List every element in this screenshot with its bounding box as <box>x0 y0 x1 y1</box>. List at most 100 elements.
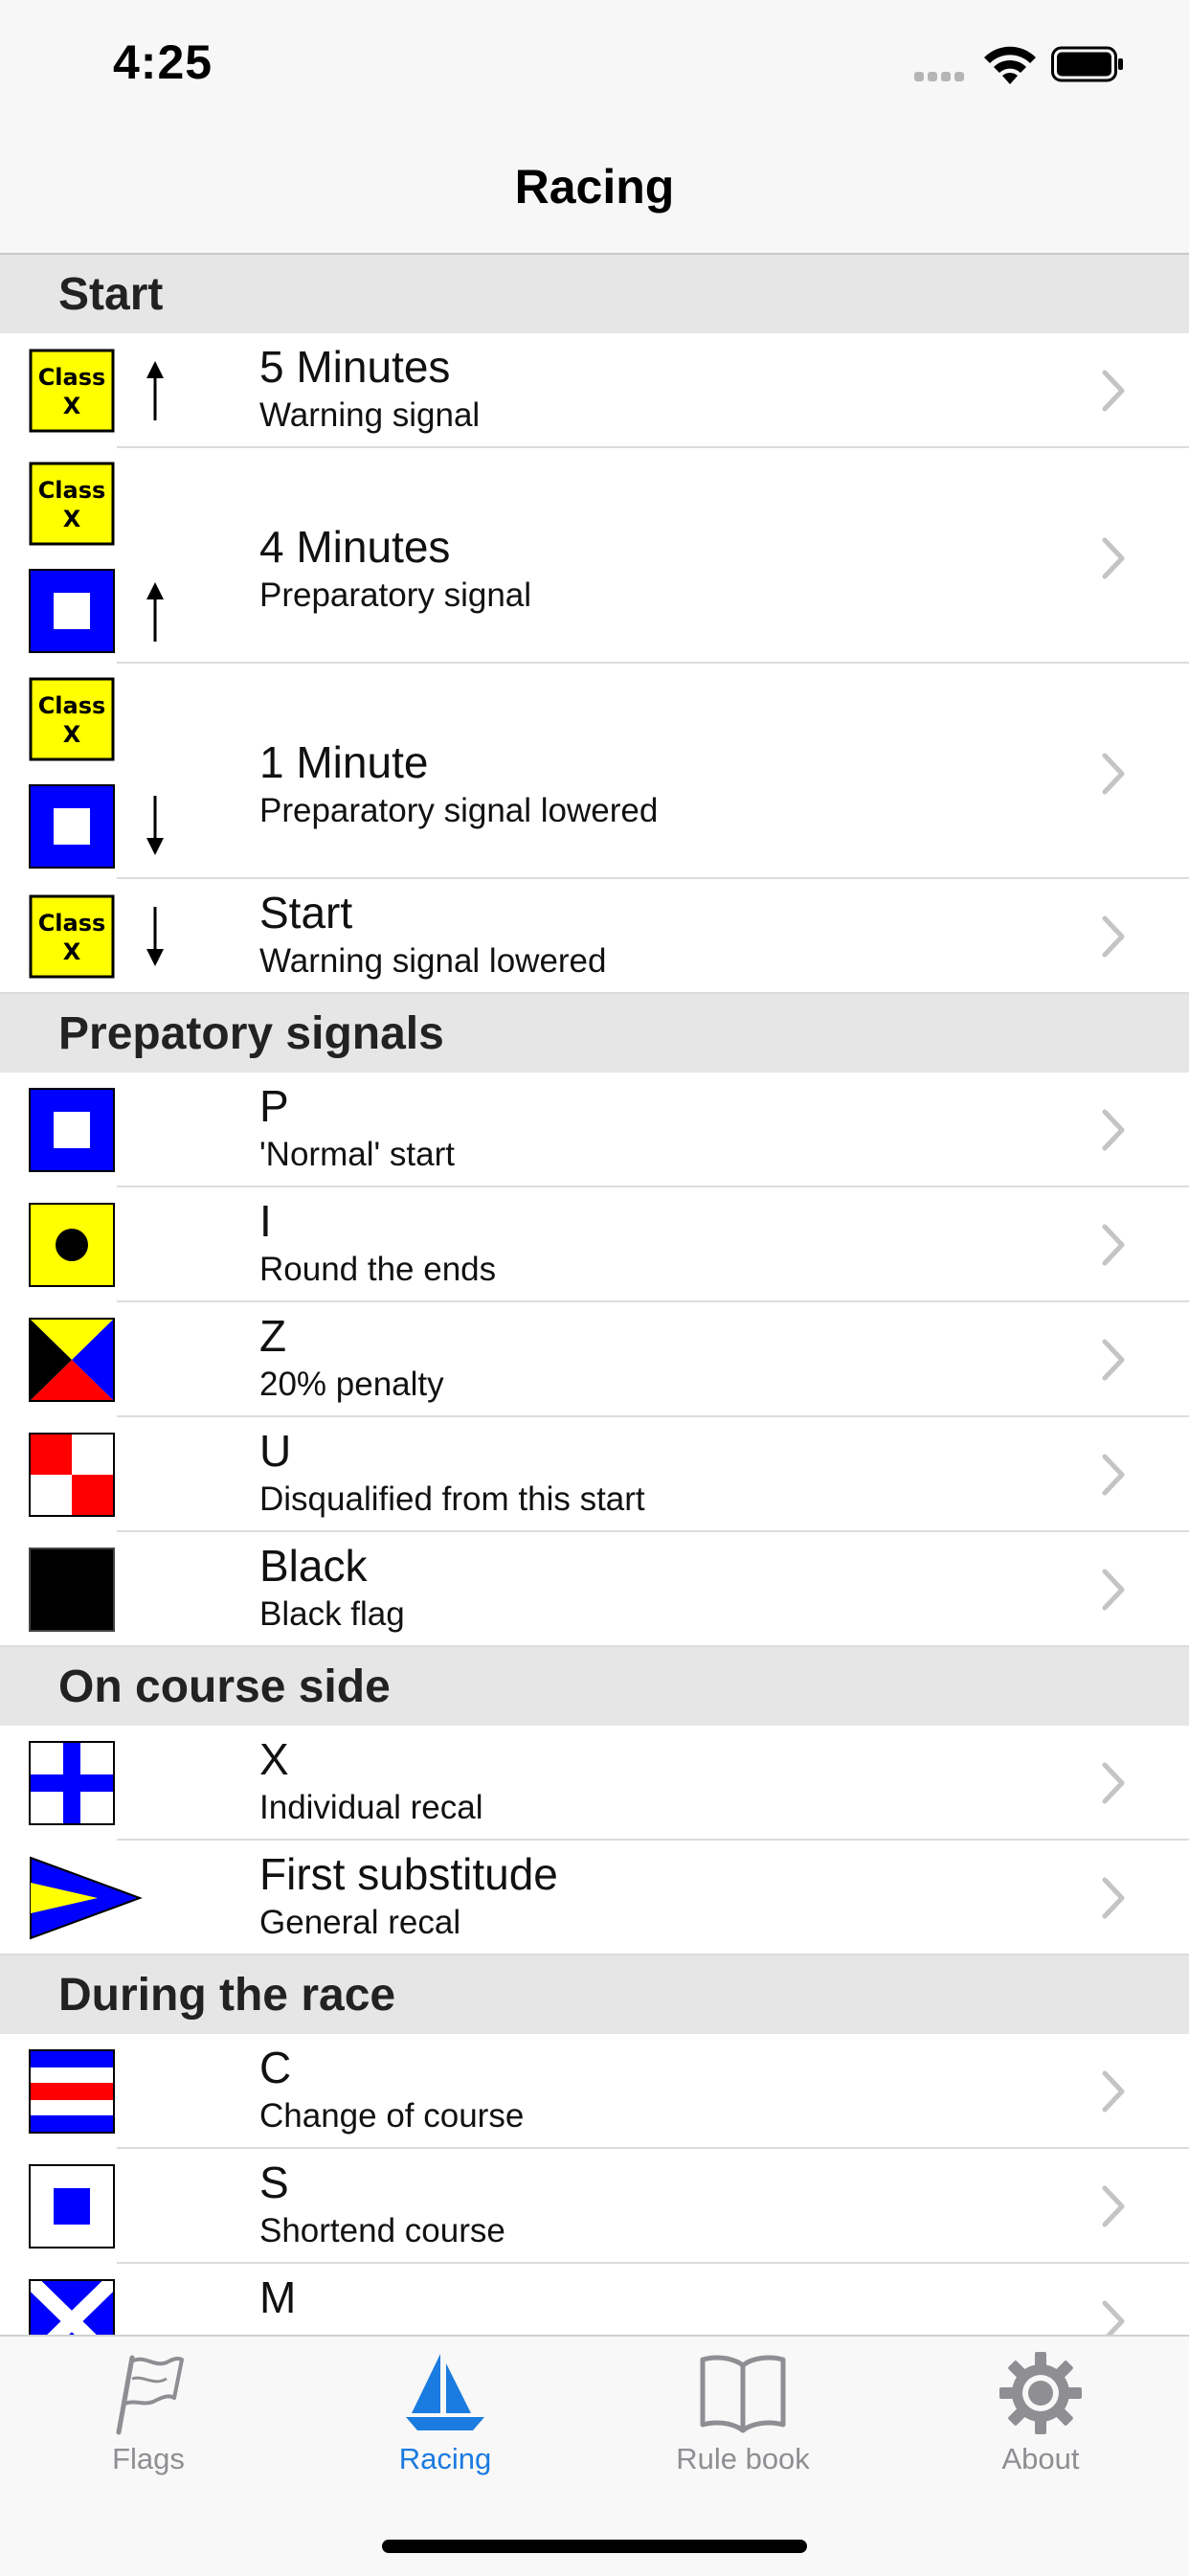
class-x-flag-icon: Class X <box>29 677 115 761</box>
list-item[interactable]: Class X 4 Minutes Preparatory signal <box>0 448 1189 664</box>
c-flag-icon <box>29 2049 115 2134</box>
row-title: C <box>259 2043 292 2092</box>
list-item[interactable]: U Disqualified from this start <box>0 1417 1189 1532</box>
row-title: M <box>259 2272 297 2322</box>
list-item[interactable]: S Shortend course <box>0 2149 1189 2264</box>
list-item[interactable]: C Change of course <box>0 2034 1189 2149</box>
row-title: P <box>259 1081 289 1131</box>
section-title: Start <box>58 269 164 320</box>
black-flag-icon <box>29 1548 115 1632</box>
row-subtitle: Preparatory signal lowered <box>259 792 659 829</box>
signal-list[interactable]: Start Class X 5 Minutes Warning signal C… <box>0 255 1189 2335</box>
arrow-up-icon <box>146 361 164 420</box>
status-bar: 4:25 <box>0 0 1189 134</box>
row-title: 1 Minute <box>259 737 429 787</box>
list-item[interactable]: I Round the ends <box>0 1187 1189 1302</box>
chevron-right-icon <box>1102 2070 1125 2113</box>
chevron-right-icon <box>1102 915 1125 958</box>
p-flag-icon <box>29 1088 115 1172</box>
u-flag-icon <box>29 1433 115 1517</box>
chevron-right-icon <box>1102 537 1125 579</box>
flag-text-class: Class <box>38 364 106 391</box>
row-subtitle: Black flag <box>259 1595 405 1633</box>
chevron-right-icon <box>1102 1877 1125 1919</box>
cellular-signal-icon <box>914 69 970 81</box>
page-title: Racing <box>514 160 675 214</box>
section-header-on-course-side: On course side <box>0 1647 1189 1726</box>
list-item[interactable]: Z 20% penalty <box>0 1302 1189 1417</box>
list-item[interactable]: First substitude General recal <box>0 1841 1189 1955</box>
status-time: 4:25 <box>113 35 213 89</box>
chevron-right-icon <box>1102 2300 1125 2335</box>
list-item[interactable]: X Individual recal <box>0 1726 1189 1841</box>
chevron-right-icon <box>1102 1762 1125 1804</box>
home-indicator[interactable] <box>382 2540 807 2553</box>
chevron-right-icon <box>1102 753 1125 795</box>
book-icon <box>700 2355 786 2433</box>
section-title: On course side <box>58 1661 391 1712</box>
class-x-flag-icon: Class X <box>29 349 115 433</box>
flag-text-class: Class <box>38 910 106 937</box>
tab-rule-book[interactable]: Rule book <box>647 2350 839 2494</box>
list-item[interactable]: P 'Normal' start <box>0 1073 1189 1187</box>
tab-label: About <box>1001 2442 1080 2475</box>
list-item[interactable]: Class X 5 Minutes Warning signal <box>0 333 1189 448</box>
row-title: First substitude <box>259 1849 558 1899</box>
chevron-right-icon <box>1102 1454 1125 1496</box>
section-header-start: Start <box>0 255 1189 333</box>
row-subtitle: General recal <box>259 1904 461 1941</box>
list-item[interactable]: M <box>0 2264 1189 2335</box>
flag-text-x: X <box>63 506 81 532</box>
row-title: U <box>259 1426 292 1476</box>
row-subtitle: Disqualified from this start <box>259 1480 645 1518</box>
flag-icon <box>116 2355 184 2435</box>
row-title: S <box>259 2158 289 2207</box>
x-flag-icon <box>29 1741 115 1825</box>
battery-icon <box>1051 46 1123 82</box>
chevron-right-icon <box>1102 1224 1125 1266</box>
arrow-down-icon <box>146 796 164 855</box>
row-subtitle: Warning signal <box>259 396 481 434</box>
row-title: Black <box>259 1541 368 1591</box>
row-subtitle: Warning signal lowered <box>259 942 607 980</box>
row-title: Start <box>259 888 353 938</box>
row-subtitle: Change of course <box>259 2097 525 2135</box>
section-header-prepatory-signals: Prepatory signals <box>0 994 1189 1073</box>
list-item[interactable]: Black Black flag <box>0 1532 1189 1647</box>
p-flag-icon <box>29 569 115 653</box>
flag-text-class: Class <box>38 692 106 719</box>
row-subtitle: 20% penalty <box>259 1366 444 1403</box>
row-title: Z <box>259 1311 287 1361</box>
arrow-down-icon <box>146 907 164 966</box>
section-header-during-the-race: During the race <box>0 1955 1189 2034</box>
navigation-bar: Racing <box>0 134 1189 255</box>
i-flag-icon <box>29 1203 115 1287</box>
list-item[interactable]: Class X Start Warning signal lowered <box>0 879 1189 994</box>
row-title: 4 Minutes <box>259 522 451 572</box>
tab-label: Rule book <box>676 2442 810 2475</box>
p-flag-icon <box>29 784 115 869</box>
gear-icon <box>999 2352 1082 2434</box>
chevron-right-icon <box>1102 370 1125 412</box>
chevron-right-icon <box>1102 1109 1125 1151</box>
row-subtitle: Preparatory signal <box>259 576 532 614</box>
section-title: Prepatory signals <box>58 1008 444 1059</box>
tab-racing[interactable]: Racing <box>349 2350 541 2494</box>
arrow-up-icon <box>146 582 164 642</box>
row-title: I <box>259 1196 272 1246</box>
chevron-right-icon <box>1102 1339 1125 1381</box>
list-item[interactable]: Class X 1 Minute Preparatory signal lowe… <box>0 664 1189 879</box>
row-title: X <box>259 1734 289 1784</box>
s-flag-icon <box>29 2164 115 2248</box>
flag-text-x: X <box>63 721 81 748</box>
flag-text-class: Class <box>38 477 106 504</box>
tab-flags[interactable]: Flags <box>53 2350 244 2494</box>
m-flag-icon <box>29 2279 115 2335</box>
row-subtitle: Shortend course <box>259 2212 505 2249</box>
class-x-flag-icon: Class X <box>29 462 115 546</box>
tab-about[interactable]: About <box>945 2350 1136 2494</box>
row-title: 5 Minutes <box>259 342 451 392</box>
row-subtitle: Individual recal <box>259 1789 483 1826</box>
tab-label: Flags <box>112 2442 185 2475</box>
row-subtitle: 'Normal' start <box>259 1136 455 1173</box>
